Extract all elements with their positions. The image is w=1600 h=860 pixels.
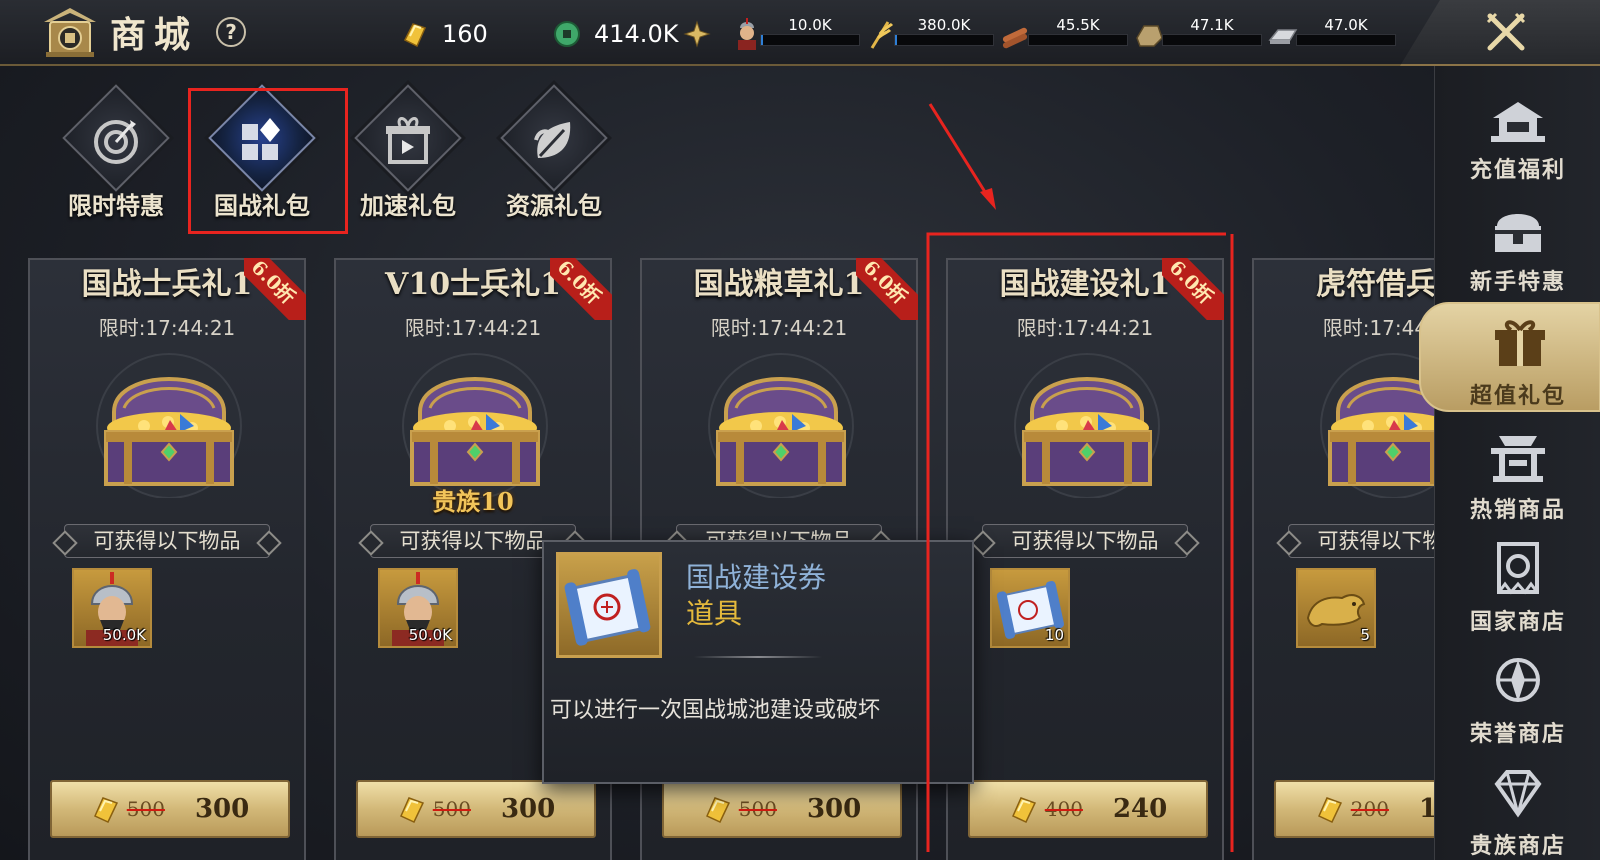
item-quantity: 50.0K xyxy=(408,626,452,644)
item-quantity: 10 xyxy=(1044,626,1064,644)
sidebar: 充值福利新手特惠超值礼包热销商品国家商店荣誉商店贵族商店 xyxy=(1419,66,1600,860)
newbie-chest-icon xyxy=(1495,214,1541,252)
item-quantity: 50.0K xyxy=(102,626,146,644)
sale-price: 240 xyxy=(1112,794,1168,824)
treasure-chest-icon xyxy=(84,348,254,499)
tooltip-description: 可以进行一次国战城池建设或破坏 xyxy=(550,698,881,723)
reward-item[interactable]: 5 xyxy=(1296,568,1376,648)
buy-button[interactable]: 500 300 xyxy=(50,780,290,838)
sidebar-item-label: 荣誉商店 xyxy=(1469,721,1566,747)
sidebar-item-recharge[interactable]: 充值福利 xyxy=(1435,78,1600,188)
gift-title: 虎符借兵礼 xyxy=(1316,267,1434,302)
gift-card[interactable]: 国战建设礼1 限时:17:44:21 6.0折 可获得以下物品 10 400 240 xyxy=(946,258,1224,860)
obtain-label: 可获得以下物品 xyxy=(64,524,270,558)
sidebar-item-gift-box[interactable]: 超值礼包 xyxy=(1419,302,1600,412)
close-icon xyxy=(1486,12,1526,51)
tooltip-item-frame xyxy=(556,552,662,658)
discount-ribbon: 6.0折 xyxy=(1162,258,1224,320)
sidebar-item-label: 热销商品 xyxy=(1469,497,1566,523)
treasure-chest-icon xyxy=(390,348,560,499)
buy-button[interactable]: 400 240 xyxy=(968,780,1208,838)
recharge-icon xyxy=(1491,102,1545,142)
gift-timer: 限时:17:44:21 xyxy=(1322,316,1434,340)
sidebar-item-label: 充值福利 xyxy=(1469,157,1566,183)
sidebar-item-hot-sale[interactable]: 热销商品 xyxy=(1435,418,1600,528)
sidebar-item-newbie-chest[interactable]: 新手特惠 xyxy=(1435,190,1600,300)
sidebar-item-label: 新手特惠 xyxy=(1469,269,1566,295)
reward-item[interactable]: 50.0K xyxy=(72,568,152,648)
sale-price: 300 xyxy=(194,794,250,824)
discount-ribbon: 6.0折 xyxy=(244,258,306,320)
tooltip-item-type: 道具 xyxy=(686,597,743,630)
scroll-icon xyxy=(564,569,651,646)
discount-label: 6.0折 xyxy=(246,258,300,309)
gold-ingot-icon xyxy=(705,797,730,823)
item-quantity: 5 xyxy=(1360,626,1370,644)
reward-item[interactable]: 50.0K xyxy=(378,568,458,648)
discount-label: 6.0折 xyxy=(552,258,606,309)
sidebar-item-label: 国家商店 xyxy=(1469,609,1566,635)
original-price: 400 xyxy=(1044,797,1083,821)
sale-price: 300 xyxy=(500,794,556,824)
sale-price: 120 xyxy=(1418,794,1434,824)
nation-shop-icon xyxy=(1497,542,1539,595)
tooltip-divider xyxy=(694,656,822,658)
tooltip-item-name: 国战建设券 xyxy=(686,561,827,594)
sidebar-item-label: 超值礼包 xyxy=(1469,383,1566,409)
discount-ribbon: 6.0折 xyxy=(550,258,612,320)
treasure-chest-icon xyxy=(1308,348,1434,499)
hot-sale-icon xyxy=(1491,436,1545,482)
sidebar-item-label: 贵族商店 xyxy=(1469,833,1566,859)
sale-price: 300 xyxy=(806,794,862,824)
item-tooltip: 国战建设券 道具 可以进行一次国战城池建设或破坏 xyxy=(542,540,974,784)
original-price: 500 xyxy=(738,797,777,821)
gift-card[interactable]: 虎符借兵礼限时:17:44:21 可获得以下物品 5 200 120 xyxy=(1252,258,1434,860)
discount-label: 6.0折 xyxy=(1164,258,1218,309)
discount-ribbon: 6.0折 xyxy=(856,258,918,320)
sidebar-item-honor-shop[interactable]: 荣誉商店 xyxy=(1435,642,1600,752)
original-price: 500 xyxy=(432,797,471,821)
gold-ingot-icon xyxy=(399,797,424,823)
sidebar-item-nation-shop[interactable]: 国家商店 xyxy=(1435,530,1600,640)
original-price: 200 xyxy=(1350,797,1389,821)
sidebar-item-diamond[interactable]: 贵族商店 xyxy=(1435,754,1600,860)
obtain-label: 可获得以下物品 xyxy=(982,524,1188,558)
gold-ingot-icon xyxy=(1317,797,1342,823)
buy-button[interactable]: 500 300 xyxy=(662,780,902,838)
reward-item[interactable]: 10 xyxy=(990,568,1070,648)
gold-ingot-icon xyxy=(1011,797,1036,823)
buy-button[interactable]: 500 300 xyxy=(356,780,596,838)
buy-button[interactable]: 200 120 xyxy=(1274,780,1434,838)
treasure-chest-icon xyxy=(696,348,866,499)
gift-box-icon xyxy=(1495,320,1545,366)
original-price: 500 xyxy=(126,797,165,821)
diamond-icon xyxy=(1494,770,1542,818)
obtain-label: 可获得以下物品 xyxy=(1288,524,1434,558)
treasure-chest-icon xyxy=(1002,348,1172,499)
honor-shop-icon xyxy=(1496,658,1540,702)
gift-card[interactable]: 国战士兵礼1 限时:17:44:21 6.0折 可获得以下物品 50.0K 500 300 xyxy=(28,258,306,860)
discount-label: 6.0折 xyxy=(858,258,912,309)
gold-ingot-icon xyxy=(93,797,118,823)
vip-requirement: 贵族10 xyxy=(432,487,514,516)
